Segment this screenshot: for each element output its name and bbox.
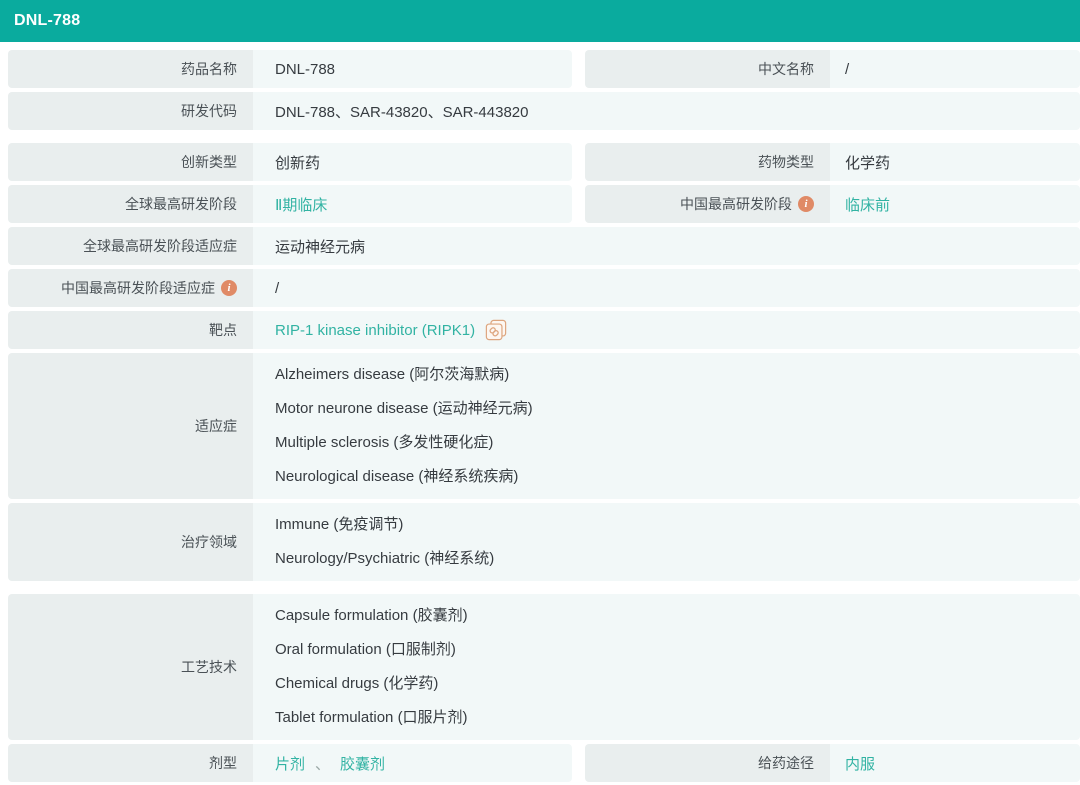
process-technology-item: Chemical drugs (化学药) [275,667,438,701]
therapeutic-area-item: Immune (免疫调节) [275,508,403,542]
drug-name-value: DNL-788 [253,50,572,88]
drug-type-value: 化学药 [830,143,1080,181]
global-stage-indication-value: 运动神经元病 [253,227,1080,265]
process-technology-label: 工艺技术 [8,594,253,740]
row-indications: 适应症 Alzheimers disease (阿尔茨海默病) Motor ne… [8,353,1080,499]
section-names: 药品名称 DNL-788 中文名称 / 研发代码 DNL-788、SAR-438… [8,50,1080,130]
row-dosage-route: 剂型 片剂 、 胶囊剂 给药途径 内服 [8,744,1080,782]
innovation-type-value: 创新药 [253,143,572,181]
china-stage-link[interactable]: 临床前 [845,194,890,215]
route-value: 内服 [830,744,1080,782]
row-drug-name: 药品名称 DNL-788 中文名称 / [8,50,1080,88]
target-link[interactable]: RIP-1 kinase inhibitor (RIPK1) [275,322,475,339]
global-stage-indication-label: 全球最高研发阶段适应症 [8,227,253,265]
indications-label: 适应症 [8,353,253,499]
therapeutic-area-item: Neurology/Psychiatric (神经系统) [275,542,494,576]
drug-detail-panel: 药品名称 DNL-788 中文名称 / 研发代码 DNL-788、SAR-438… [0,42,1080,782]
global-stage-value: Ⅱ期临床 [253,185,572,223]
process-technology-value: Capsule formulation (胶囊剂) Oral formulati… [253,594,1080,740]
drug-type-label: 药物类型 [585,143,830,181]
therapeutic-areas-label: 治疗领域 [8,503,253,581]
target-value: RIP-1 kinase inhibitor (RIPK1) [253,311,1080,349]
page-title: DNL-788 [14,12,80,30]
process-technology-item: Capsule formulation (胶囊剂) [275,599,468,633]
innovation-type-label: 创新类型 [8,143,253,181]
dosage-form-link[interactable]: 胶囊剂 [340,753,385,774]
dosage-form-label: 剂型 [8,744,253,782]
indication-item: Alzheimers disease (阿尔茨海默病) [275,358,509,392]
indication-item: Neurological disease (神经系统疾病) [275,460,518,494]
china-stage-indication-label: 中国最高研发阶段适应症 i [8,269,253,307]
process-technology-item: Tablet formulation (口服片剂) [275,701,468,735]
dosage-form-value: 片剂 、 胶囊剂 [253,744,572,782]
indications-value: Alzheimers disease (阿尔茨海默病) Motor neuron… [253,353,1080,499]
china-stage-indication-value: / [253,269,1080,307]
row-process-technology: 工艺技术 Capsule formulation (胶囊剂) Oral form… [8,594,1080,740]
row-rd-code: 研发代码 DNL-788、SAR-43820、SAR-443820 [8,92,1080,130]
chinese-name-label: 中文名称 [585,50,830,88]
global-stage-link[interactable]: Ⅱ期临床 [275,194,327,215]
row-china-stage-indication: 中国最高研发阶段适应症 i / [8,269,1080,307]
china-stage-value: 临床前 [830,185,1080,223]
process-technology-item: Oral formulation (口服制剂) [275,633,456,667]
target-label: 靶点 [8,311,253,349]
info-icon[interactable]: i [798,196,814,212]
global-stage-label: 全球最高研发阶段 [8,185,253,223]
drug-name-label: 药品名称 [8,50,253,88]
row-global-stage-indication: 全球最高研发阶段适应症 运动神经元病 [8,227,1080,265]
page-header: DNL-788 [0,0,1080,42]
rd-code-label: 研发代码 [8,92,253,130]
route-label: 给药途径 [585,744,830,782]
row-stages: 全球最高研发阶段 Ⅱ期临床 中国最高研发阶段 i 临床前 [8,185,1080,223]
chinese-name-value: / [830,50,1080,88]
section-classification: 创新类型 创新药 药物类型 化学药 全球最高研发阶段 Ⅱ期临床 中国最高研发阶段… [8,143,1080,581]
row-types: 创新类型 创新药 药物类型 化学药 [8,143,1080,181]
indication-item: Multiple sclerosis (多发性硬化症) [275,426,493,460]
section-formulation: 工艺技术 Capsule formulation (胶囊剂) Oral form… [8,594,1080,782]
therapeutic-areas-value: Immune (免疫调节) Neurology/Psychiatric (神经系… [253,503,1080,581]
indication-item: Motor neurone disease (运动神经元病) [275,392,533,426]
dosage-form-separator: 、 [315,753,330,774]
china-stage-label: 中国最高研发阶段 i [585,185,830,223]
target-external-link-icon[interactable] [485,319,507,341]
row-target: 靶点 RIP-1 kinase inhibitor (RIPK1) [8,311,1080,349]
rd-code-value: DNL-788、SAR-43820、SAR-443820 [253,92,1080,130]
route-link[interactable]: 内服 [845,753,875,774]
dosage-form-link[interactable]: 片剂 [275,753,305,774]
row-therapeutic-areas: 治疗领域 Immune (免疫调节) Neurology/Psychiatric… [8,503,1080,581]
info-icon[interactable]: i [221,280,237,296]
